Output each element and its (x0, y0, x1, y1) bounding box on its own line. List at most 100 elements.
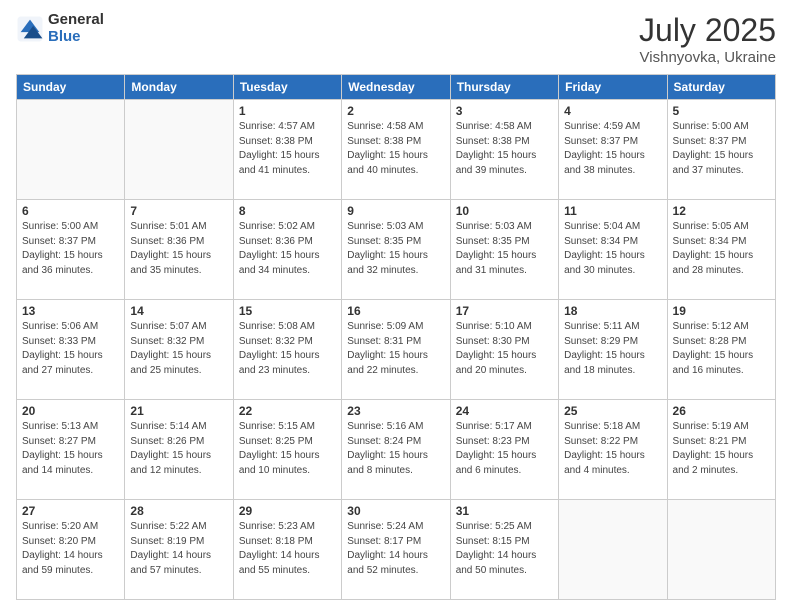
day-number: 17 (456, 304, 553, 318)
calendar-cell: 5Sunrise: 5:00 AM Sunset: 8:37 PM Daylig… (667, 100, 775, 200)
day-number: 31 (456, 504, 553, 518)
calendar-cell: 28Sunrise: 5:22 AM Sunset: 8:19 PM Dayli… (125, 500, 233, 600)
day-number: 13 (22, 304, 119, 318)
calendar-row: 13 Sunrise: 5:06 AM Sunset: 8:33 PM Dayli… (17, 300, 776, 400)
day-info: Sunrise: 5:03 AM Sunset: 8:35 PM Dayligh… (347, 220, 444, 278)
day-info: Sunrise: 5:15 AM Sunset: 8:25 PM Dayligh… (239, 420, 336, 478)
calendar-cell: 4 Sunrise: 4:59 AM Sunset: 8:37 PM Daylig… (559, 100, 667, 200)
calendar-cell: 21 Sunrise: 5:14 AM Sunset: 8:26 PM Dayli… (125, 400, 233, 500)
calendar-cell: 25Sunrise: 5:18 AM Sunset: 8:22 PM Dayli… (559, 400, 667, 500)
calendar-cell: 27 Sunrise: 5:20 AM Sunset: 8:20 PM Dayli… (17, 500, 125, 600)
calendar-table: SundayMondayTuesdayWednesdayThursdayFrid… (16, 74, 776, 600)
day-info: Sunrise: 5:07 AM Sunset: 8:32 PM Dayligh… (130, 320, 227, 378)
calendar-row: 1 Sunrise: 4:57 AM Sunset: 8:38 PM Daylig… (17, 100, 776, 200)
day-number: 3 (456, 104, 553, 118)
day-number: 29 (239, 504, 336, 518)
calendar-cell: 30 Sunrise: 5:24 AM Sunset: 8:17 PM Dayli… (342, 500, 450, 600)
day-number: 9 (347, 204, 444, 218)
day-number: 12 (673, 204, 770, 218)
calendar-cell: 10 Sunrise: 5:03 AM Sunset: 8:35 PM Dayli… (450, 200, 558, 300)
day-info: Sunrise: 5:17 AM Sunset: 8:23 PM Dayligh… (456, 420, 553, 478)
calendar-cell: 16 Sunrise: 5:09 AM Sunset: 8:31 PM Dayli… (342, 300, 450, 400)
calendar-cell: 7 Sunrise: 5:01 AM Sunset: 8:36 PM Daylig… (125, 200, 233, 300)
calendar-cell: 12 Sunrise: 5:05 AM Sunset: 8:34 PM Dayli… (667, 200, 775, 300)
day-info: Sunrise: 5:01 AM Sunset: 8:36 PM Dayligh… (130, 220, 227, 278)
calendar-row: 27 Sunrise: 5:20 AM Sunset: 8:20 PM Dayli… (17, 500, 776, 600)
day-info: Sunrise: 4:57 AM Sunset: 8:38 PM Dayligh… (239, 120, 336, 178)
day-number: 7 (130, 204, 227, 218)
day-number: 5 (673, 104, 770, 118)
weekday-header-thursday: Thursday (450, 75, 558, 100)
calendar-cell: 31Sunrise: 5:25 AM Sunset: 8:15 PM Dayli… (450, 500, 558, 600)
day-number: 16 (347, 304, 444, 318)
day-info: Sunrise: 4:58 AM Sunset: 8:38 PM Dayligh… (347, 120, 444, 178)
day-info: Sunrise: 5:06 AM Sunset: 8:33 PM Dayligh… (22, 320, 119, 378)
logo-icon (16, 15, 44, 43)
day-number: 18 (564, 304, 661, 318)
day-number: 4 (564, 104, 661, 118)
day-number: 10 (456, 204, 553, 218)
day-info: Sunrise: 5:09 AM Sunset: 8:31 PM Dayligh… (347, 320, 444, 378)
day-number: 1 (239, 104, 336, 118)
day-info: Sunrise: 5:16 AM Sunset: 8:24 PM Dayligh… (347, 420, 444, 478)
day-info: Sunrise: 5:19 AM Sunset: 8:21 PM Dayligh… (673, 420, 770, 478)
calendar-cell: 19 Sunrise: 5:12 AM Sunset: 8:28 PM Dayli… (667, 300, 775, 400)
day-info: Sunrise: 5:00 AM Sunset: 8:37 PM Dayligh… (22, 220, 119, 278)
calendar-cell: 1 Sunrise: 4:57 AM Sunset: 8:38 PM Daylig… (233, 100, 341, 200)
day-info: Sunrise: 5:22 AM Sunset: 8:19 PM Dayligh… (130, 520, 227, 578)
calendar-cell (125, 100, 233, 200)
location-title: Vishnyovka, Ukraine (639, 49, 776, 66)
day-info: Sunrise: 5:14 AM Sunset: 8:26 PM Dayligh… (130, 420, 227, 478)
day-info: Sunrise: 4:59 AM Sunset: 8:37 PM Dayligh… (564, 120, 661, 178)
day-info: Sunrise: 5:05 AM Sunset: 8:34 PM Dayligh… (673, 220, 770, 278)
calendar-cell: 9 Sunrise: 5:03 AM Sunset: 8:35 PM Daylig… (342, 200, 450, 300)
calendar-cell: 15Sunrise: 5:08 AM Sunset: 8:32 PM Dayli… (233, 300, 341, 400)
logo-general-text: General (48, 12, 104, 29)
calendar-cell: 23Sunrise: 5:16 AM Sunset: 8:24 PM Dayli… (342, 400, 450, 500)
day-number: 11 (564, 204, 661, 218)
calendar-cell (667, 500, 775, 600)
calendar-cell: 24 Sunrise: 5:17 AM Sunset: 8:23 PM Dayli… (450, 400, 558, 500)
day-number: 22 (239, 404, 336, 418)
weekday-header-friday: Friday (559, 75, 667, 100)
day-number: 26 (673, 404, 770, 418)
calendar-cell: 13 Sunrise: 5:06 AM Sunset: 8:33 PM Dayli… (17, 300, 125, 400)
day-number: 6 (22, 204, 119, 218)
day-info: Sunrise: 5:08 AM Sunset: 8:32 PM Dayligh… (239, 320, 336, 378)
day-info: Sunrise: 5:03 AM Sunset: 8:35 PM Dayligh… (456, 220, 553, 278)
day-number: 2 (347, 104, 444, 118)
day-info: Sunrise: 5:11 AM Sunset: 8:29 PM Dayligh… (564, 320, 661, 378)
calendar-cell: 17 Sunrise: 5:10 AM Sunset: 8:30 PM Dayli… (450, 300, 558, 400)
day-info: Sunrise: 5:20 AM Sunset: 8:20 PM Dayligh… (22, 520, 119, 578)
day-info: Sunrise: 5:02 AM Sunset: 8:36 PM Dayligh… (239, 220, 336, 278)
calendar-cell: 26 Sunrise: 5:19 AM Sunset: 8:21 PM Dayli… (667, 400, 775, 500)
title-block: July 2025 Vishnyovka, Ukraine (639, 12, 776, 66)
weekday-header-wednesday: Wednesday (342, 75, 450, 100)
day-info: Sunrise: 5:12 AM Sunset: 8:28 PM Dayligh… (673, 320, 770, 378)
day-number: 20 (22, 404, 119, 418)
day-number: 21 (130, 404, 227, 418)
calendar-cell (17, 100, 125, 200)
calendar-cell: 20Sunrise: 5:13 AM Sunset: 8:27 PM Dayli… (17, 400, 125, 500)
calendar-cell: 2 Sunrise: 4:58 AM Sunset: 8:38 PM Daylig… (342, 100, 450, 200)
day-number: 24 (456, 404, 553, 418)
day-info: Sunrise: 5:24 AM Sunset: 8:17 PM Dayligh… (347, 520, 444, 578)
logo-blue-text: Blue (48, 29, 104, 46)
day-info: Sunrise: 5:10 AM Sunset: 8:30 PM Dayligh… (456, 320, 553, 378)
day-number: 27 (22, 504, 119, 518)
calendar-cell: 29 Sunrise: 5:23 AM Sunset: 8:18 PM Dayli… (233, 500, 341, 600)
calendar-cell: 22 Sunrise: 5:15 AM Sunset: 8:25 PM Dayli… (233, 400, 341, 500)
day-number: 19 (673, 304, 770, 318)
day-info: Sunrise: 4:58 AM Sunset: 8:38 PM Dayligh… (456, 120, 553, 178)
day-info: Sunrise: 5:04 AM Sunset: 8:34 PM Dayligh… (564, 220, 661, 278)
calendar-cell: 18 Sunrise: 5:11 AM Sunset: 8:29 PM Dayli… (559, 300, 667, 400)
calendar-row: 6 Sunrise: 5:00 AM Sunset: 8:37 PM Daylig… (17, 200, 776, 300)
month-title: July 2025 (639, 12, 776, 49)
day-info: Sunrise: 5:23 AM Sunset: 8:18 PM Dayligh… (239, 520, 336, 578)
calendar-cell: 14Sunrise: 5:07 AM Sunset: 8:32 PM Dayli… (125, 300, 233, 400)
day-number: 30 (347, 504, 444, 518)
logo-text: General Blue (48, 12, 104, 45)
day-number: 25 (564, 404, 661, 418)
calendar-cell: 8Sunrise: 5:02 AM Sunset: 8:36 PM Daylig… (233, 200, 341, 300)
calendar-cell: 6 Sunrise: 5:00 AM Sunset: 8:37 PM Daylig… (17, 200, 125, 300)
